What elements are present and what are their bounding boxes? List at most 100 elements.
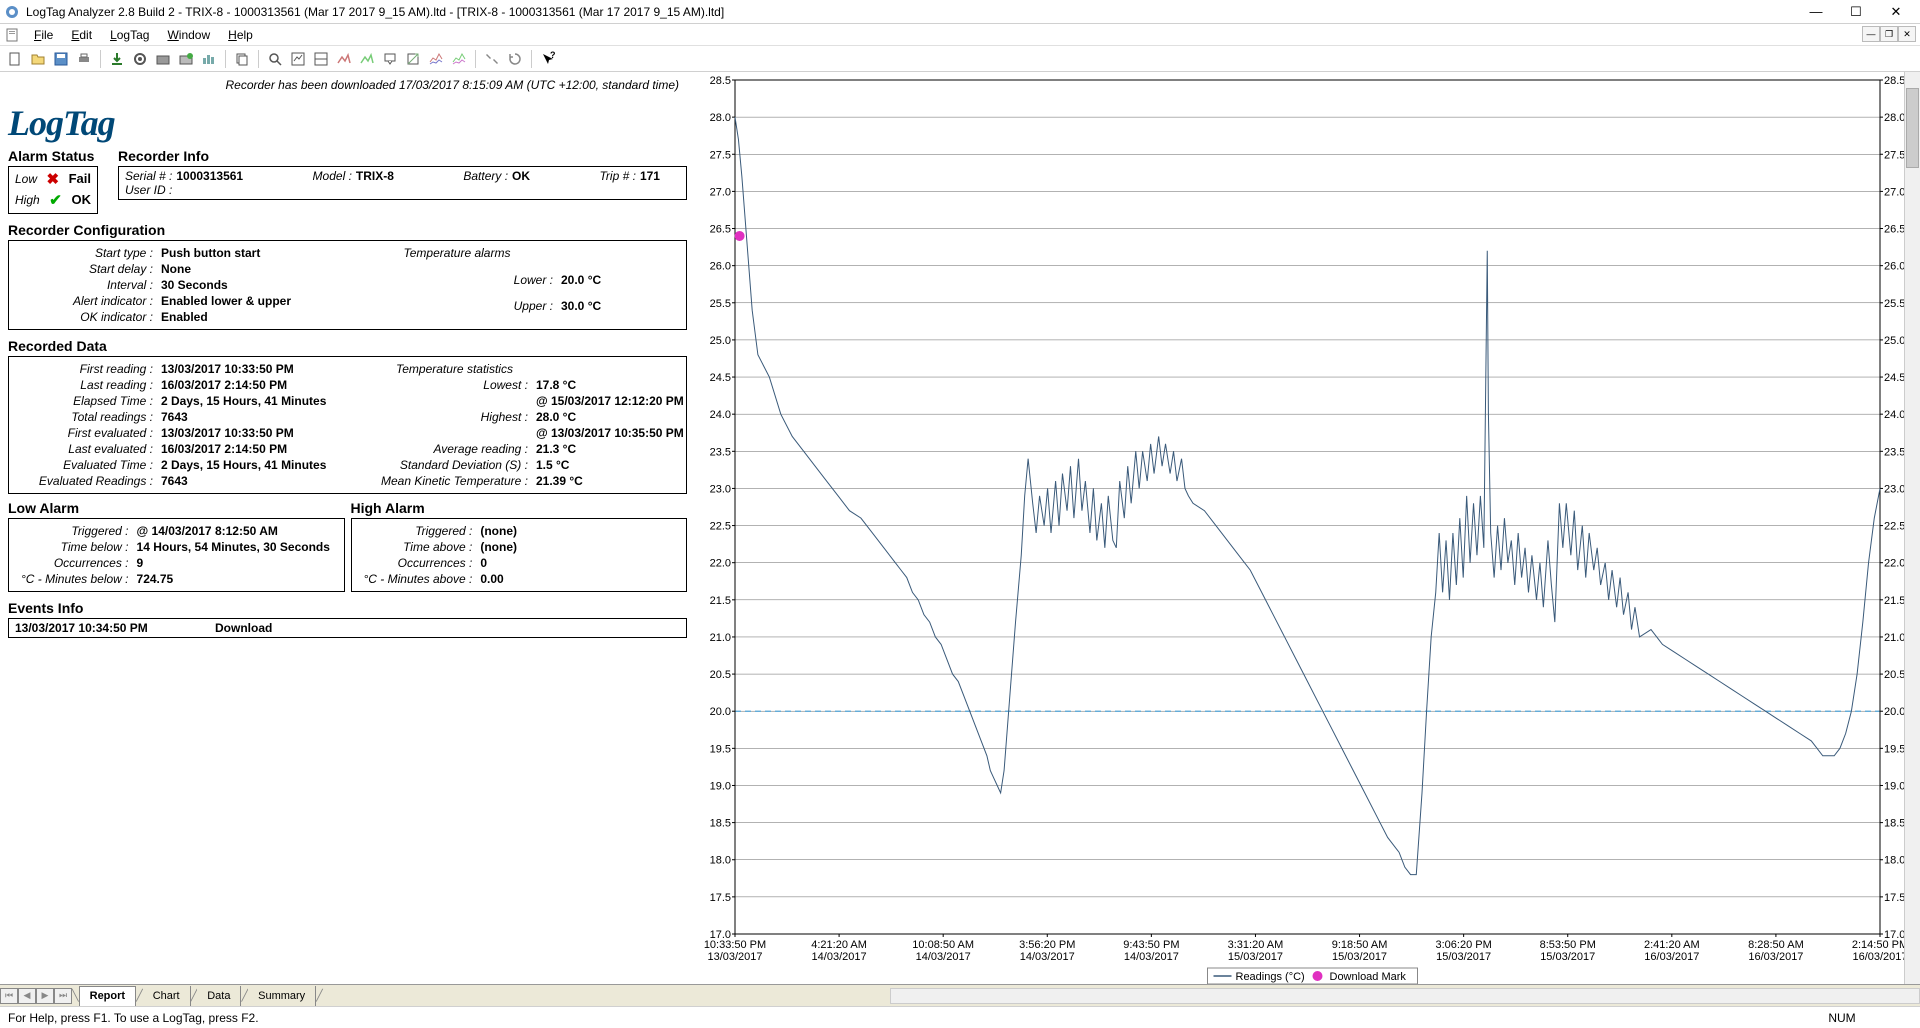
chart-panel[interactable]: 17.017.017.517.518.018.018.518.519.019.0… <box>695 72 1920 984</box>
autoscale-icon[interactable] <box>287 48 309 70</box>
profile-icon[interactable] <box>198 48 220 70</box>
report-panel: Recorder has been downloaded 17/03/2017 … <box>0 72 695 984</box>
tool-refresh-icon[interactable] <box>504 48 526 70</box>
low-alarm-title: Low Alarm <box>8 500 345 516</box>
highest-at: @ 13/03/2017 10:35:50 PM <box>532 425 688 441</box>
hibernate-icon[interactable] <box>152 48 174 70</box>
svg-text:20.0: 20.0 <box>710 706 731 718</box>
open-icon[interactable] <box>27 48 49 70</box>
toolbar-sep <box>225 50 226 68</box>
download-icon[interactable] <box>106 48 128 70</box>
menu-logtag[interactable]: LogTag <box>102 26 157 44</box>
title-bar: LogTag Analyzer 2.8 Build 2 - TRIX-8 - 1… <box>0 0 1920 24</box>
status-bar: For Help, press F1. To use a LogTag, pre… <box>0 1006 1920 1028</box>
menu-help[interactable]: Help <box>220 26 261 44</box>
tool-options-icon[interactable] <box>481 48 503 70</box>
configure-icon[interactable] <box>129 48 151 70</box>
maximize-button[interactable]: ☐ <box>1836 0 1876 24</box>
svg-text:23.5: 23.5 <box>710 446 731 458</box>
serial-value: 1000313561 <box>176 169 243 183</box>
new-icon[interactable] <box>4 48 26 70</box>
svg-text:26.5: 26.5 <box>710 224 731 236</box>
svg-text:15/03/2017: 15/03/2017 <box>1436 951 1491 963</box>
high-occ-value: 0 <box>476 555 678 571</box>
manual-scale-icon[interactable] <box>310 48 332 70</box>
last-reading-value: 16/03/2017 2:14:50 PM <box>157 377 377 393</box>
svg-text:21.5: 21.5 <box>710 595 731 607</box>
avg-label: Average reading : <box>377 441 532 457</box>
tab-chart[interactable]: Chart <box>143 986 191 1006</box>
low-alarm-box: Triggered :@ 14/03/2017 8:12:50 AM Time … <box>8 518 345 592</box>
toolbar-sep <box>531 50 532 68</box>
recorder-info-box: Serial # : 1000313561 Model : TRIX-8 Bat… <box>118 166 687 200</box>
temperature-chart[interactable]: 17.017.017.517.518.018.018.518.519.019.0… <box>695 72 1920 984</box>
highest-value: 28.0 °C <box>532 409 688 425</box>
print-icon[interactable] <box>73 48 95 70</box>
ok-label: OK indicator : <box>17 309 157 325</box>
interval-value: 30 Seconds <box>157 277 357 293</box>
svg-text:10:08:50 AM: 10:08:50 AM <box>912 939 974 951</box>
high-cmin-value: 0.00 <box>476 571 678 587</box>
svg-text:22.0: 22.0 <box>1884 558 1905 570</box>
multichart-icon[interactable] <box>425 48 447 70</box>
sd-label: Standard Deviation (S) : <box>377 457 532 473</box>
chart-style2-icon[interactable] <box>356 48 378 70</box>
svg-text:4:21:20 AM: 4:21:20 AM <box>811 939 867 951</box>
svg-text:17.5: 17.5 <box>710 892 731 904</box>
svg-text:8:53:50 PM: 8:53:50 PM <box>1540 939 1596 951</box>
help-arrow-icon[interactable]: ? <box>537 48 559 70</box>
tab-summary[interactable]: Summary <box>248 986 316 1006</box>
temp-alarms-label: Temperature alarms <box>357 245 557 272</box>
zoom-icon[interactable] <box>264 48 286 70</box>
annotate-icon[interactable] <box>379 48 401 70</box>
tab-nav-prev[interactable]: ◀ <box>18 988 36 1004</box>
multichart2-icon[interactable] <box>448 48 470 70</box>
mdi-restore[interactable]: ❐ <box>1880 26 1898 42</box>
menu-edit[interactable]: Edit <box>63 26 100 44</box>
svg-text:22.5: 22.5 <box>1884 521 1905 533</box>
eval-time-value: 2 Days, 15 Hours, 41 Minutes <box>157 457 377 473</box>
quick-reconfigure-icon[interactable] <box>175 48 197 70</box>
chart-style-icon[interactable] <box>333 48 355 70</box>
tab-nav-last[interactable]: ⏭ <box>54 988 72 1004</box>
menu-window[interactable]: Window <box>159 26 218 44</box>
minimize-button[interactable]: — <box>1796 0 1836 24</box>
last-eval-value: 16/03/2017 2:14:50 PM <box>157 441 377 457</box>
tab-nav-next[interactable]: ▶ <box>36 988 54 1004</box>
status-text: For Help, press F1. To use a LogTag, pre… <box>8 1011 1802 1025</box>
tab-nav-first[interactable]: ⏮ <box>0 988 18 1004</box>
alarm-high-label: High <box>15 192 40 209</box>
menu-file[interactable]: File <box>26 26 61 44</box>
total-label: Total readings : <box>17 409 157 425</box>
eval-readings-value: 7643 <box>157 473 377 489</box>
start-type-value: Push button start <box>157 245 357 261</box>
toolbar: ? <box>0 46 1920 72</box>
copy-icon[interactable] <box>231 48 253 70</box>
trip-value: 171 <box>640 169 660 183</box>
mdi-minimize[interactable]: — <box>1862 26 1880 42</box>
svg-text:20.5: 20.5 <box>710 669 731 681</box>
ok-value: Enabled <box>157 309 357 325</box>
upper-value: 30.0 °C <box>557 298 678 325</box>
config-box: Start type :Push button start Start dela… <box>8 240 687 330</box>
lowest-label: Lowest : <box>377 377 532 393</box>
events-title: Events Info <box>8 600 687 616</box>
svg-text:13/03/2017: 13/03/2017 <box>707 951 762 963</box>
svg-text:23.0: 23.0 <box>1884 483 1905 495</box>
recorded-box: First reading :13/03/2017 10:33:50 PM La… <box>8 356 687 494</box>
close-button[interactable]: ✕ <box>1876 0 1916 24</box>
vertical-scrollbar[interactable] <box>1904 72 1920 984</box>
tab-data[interactable]: Data <box>197 986 241 1006</box>
export-icon[interactable] <box>402 48 424 70</box>
lower-label: Lower : <box>357 272 557 299</box>
save-icon[interactable] <box>50 48 72 70</box>
svg-text:16/03/2017: 16/03/2017 <box>1748 951 1803 963</box>
start-delay-label: Start delay : <box>17 261 157 277</box>
low-occ-value: 9 <box>133 555 336 571</box>
horizontal-scrollbar[interactable] <box>890 988 1920 1004</box>
tab-report[interactable]: Report <box>79 986 136 1006</box>
total-value: 7643 <box>157 409 377 425</box>
svg-text:24.5: 24.5 <box>1884 372 1905 384</box>
logtag-logo: LogTag <box>8 102 687 140</box>
mdi-close[interactable]: ✕ <box>1898 26 1916 42</box>
